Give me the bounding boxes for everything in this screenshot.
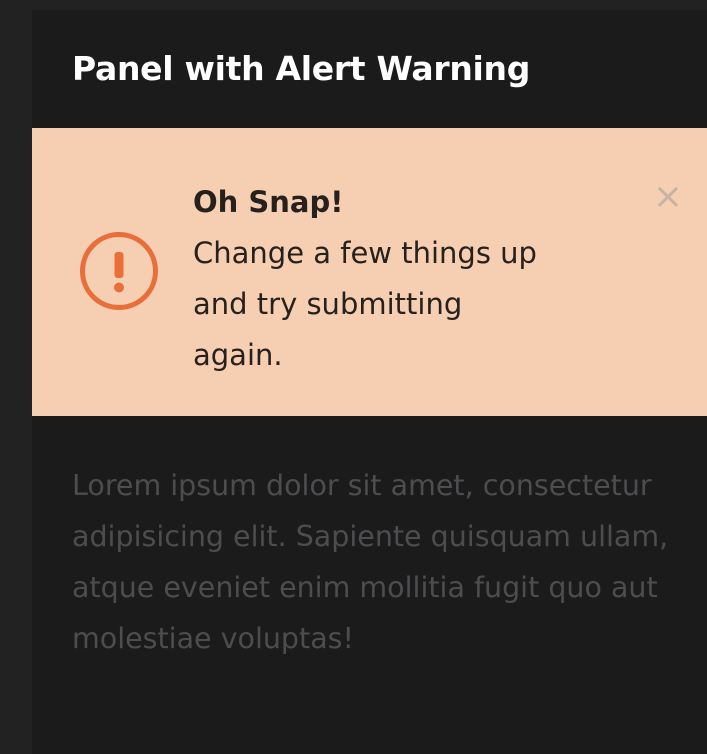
panel-body-text: Lorem ipsum dolor sit amet, consectetur … [72,469,669,655]
panel-title: Panel with Alert Warning [72,48,531,88]
alert-content: Oh Snap! Change a few things up and try … [193,177,553,381]
panel: Panel with Alert Warning Oh Snap! Change… [32,10,707,754]
exclamation-circle-icon [79,231,159,311]
alert-message: Change a few things up and try submittin… [193,236,537,372]
alert-heading: Oh Snap! [193,185,344,219]
close-icon[interactable]: × [650,177,686,217]
alert-warning: Oh Snap! Change a few things up and try … [32,128,707,416]
panel-header: Panel with Alert Warning [32,10,707,128]
